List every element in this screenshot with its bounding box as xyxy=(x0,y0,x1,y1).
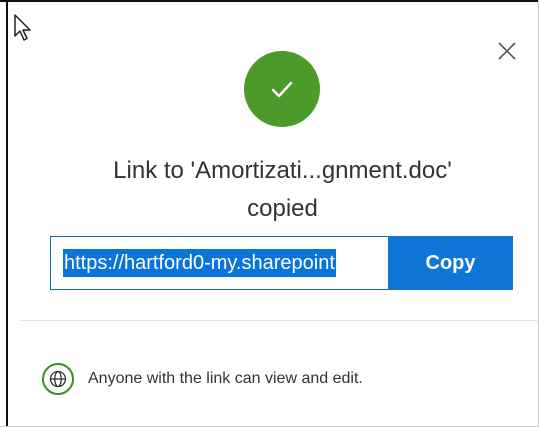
close-icon xyxy=(498,42,516,60)
dialog-title-line-1: Link to 'Amortizati...gnment.doc' xyxy=(113,157,452,184)
window-left-edge xyxy=(6,0,8,427)
link-url-text: https://hartford0-my.sharepoint xyxy=(63,249,336,277)
window-top-edge xyxy=(0,0,539,2)
close-button[interactable] xyxy=(492,36,522,66)
mouse-pointer-icon xyxy=(14,14,34,47)
link-url-field[interactable]: https://hartford0-my.sharepoint xyxy=(50,236,388,290)
link-row: https://hartford0-my.sharepoint Copy xyxy=(50,236,513,290)
divider xyxy=(20,320,539,321)
globe-icon xyxy=(42,363,74,395)
copy-button[interactable]: Copy xyxy=(388,236,513,290)
permission-description: Anyone with the link can view and edit. xyxy=(88,370,363,387)
success-badge xyxy=(244,51,320,127)
checkmark-icon xyxy=(271,81,293,98)
dialog-title: Link to 'Amortizati...gnment.doc' copied xyxy=(40,152,525,228)
share-link-dialog: Link to 'Amortizati...gnment.doc' copied… xyxy=(0,0,539,427)
link-permissions-button[interactable]: Anyone with the link can view and edit. xyxy=(42,363,363,395)
dialog-title-line-2: copied xyxy=(247,195,318,222)
